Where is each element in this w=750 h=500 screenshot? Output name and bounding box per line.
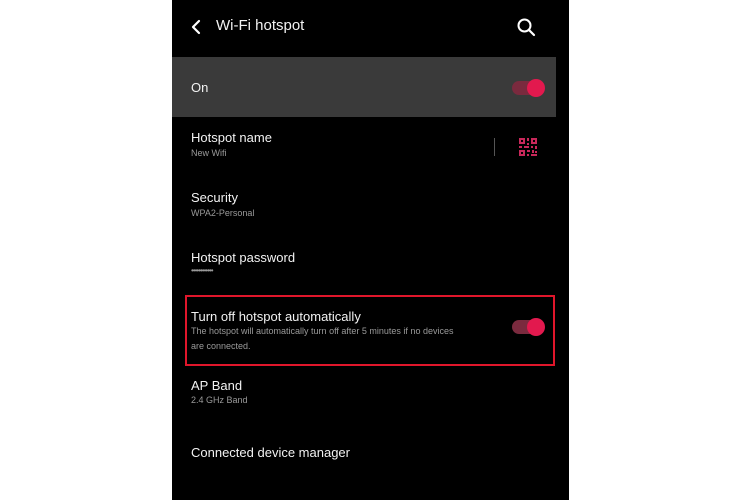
row-divider — [494, 138, 495, 156]
security-label: Security — [191, 190, 238, 205]
hotspot-master-toggle[interactable] — [512, 79, 545, 97]
ap-band-label: AP Band — [191, 378, 243, 393]
security-value: WPA2-Personal — [191, 208, 255, 218]
security-row[interactable]: Security WPA2-Personal — [172, 181, 569, 237]
hotspot-password-value: •••••••••••• — [191, 266, 214, 275]
hotspot-name-label: Hotspot name — [191, 130, 272, 145]
app-bar: Wi-Fi hotspot — [172, 0, 569, 56]
back-arrow-icon[interactable] — [186, 16, 208, 38]
connected-device-manager-label: Connected device manager — [191, 445, 350, 460]
hotspot-password-label: Hotspot password — [191, 250, 296, 265]
toggle-knob — [527, 79, 545, 97]
hotspot-name-value: New Wifi — [191, 148, 227, 158]
qr-code-icon[interactable] — [518, 137, 538, 157]
hotspot-password-row[interactable]: Hotspot password •••••••••••• — [172, 241, 569, 297]
hotspot-screen: Wi-Fi hotspot On Hotspot name New Wifi S… — [172, 0, 569, 500]
highlight-box — [185, 295, 555, 366]
hotspot-master-row[interactable]: On — [172, 57, 556, 117]
ap-band-row[interactable]: AP Band 2.4 GHz Band — [172, 372, 569, 428]
connected-device-manager-row[interactable]: Connected device manager — [172, 440, 569, 488]
master-switch-label: On — [191, 80, 209, 95]
search-icon[interactable] — [515, 16, 537, 38]
ap-band-value: 2.4 GHz Band — [191, 395, 248, 405]
hotspot-name-row[interactable]: Hotspot name New Wifi — [172, 120, 569, 176]
page-title: Wi-Fi hotspot — [216, 17, 305, 34]
